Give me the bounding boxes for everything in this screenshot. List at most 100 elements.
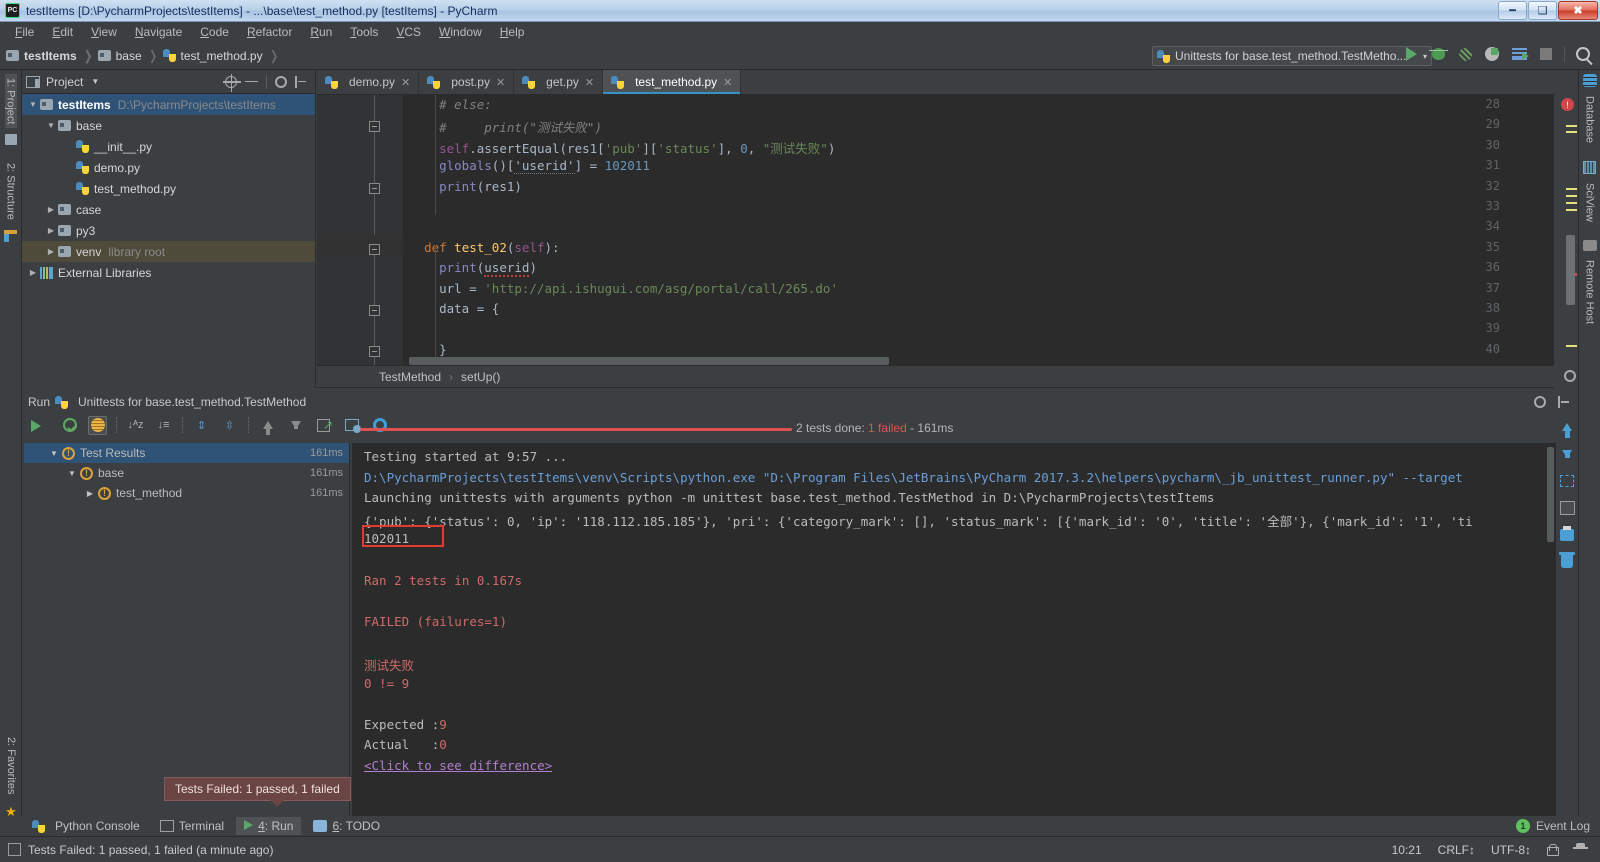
attach-icon[interactable] xyxy=(1510,45,1529,63)
editor-tab-demo[interactable]: demo.py ✕ xyxy=(317,70,420,94)
sidebar-item-database[interactable]: Database xyxy=(1584,92,1596,147)
fold-marker[interactable] xyxy=(369,243,380,255)
breadcrumb-project[interactable]: testItems ❭ xyxy=(6,48,98,64)
print-icon[interactable] xyxy=(1556,521,1578,548)
run-configuration-selector[interactable]: Unittests for base.test_method.TestMetho… xyxy=(1152,46,1432,66)
menu-item-run[interactable]: Run xyxy=(301,23,341,41)
settings-icon[interactable] xyxy=(370,416,389,435)
warning-marker[interactable] xyxy=(1566,125,1577,127)
chevron-down-icon[interactable]: ▼ xyxy=(91,77,99,86)
bottom-tab-6-todo[interactable]: 6: TODO xyxy=(305,817,388,835)
profile-icon[interactable] xyxy=(1483,45,1501,63)
warning-marker[interactable] xyxy=(1566,195,1577,197)
fold-marker[interactable] xyxy=(369,305,380,316)
console-line[interactable]: <Click to see difference> xyxy=(364,758,552,773)
warning-marker[interactable] xyxy=(1566,188,1577,190)
editor-horizontal-scrollbar[interactable] xyxy=(409,357,1548,365)
menu-item-help[interactable]: Help xyxy=(491,23,534,41)
bottom-tab-4-run[interactable]: 4: Run xyxy=(236,817,302,835)
project-tree-item[interactable]: ▼ base xyxy=(22,115,315,136)
scrollbar-thumb[interactable] xyxy=(409,357,889,365)
settings-icon[interactable] xyxy=(1534,396,1546,408)
bottom-tab-python-console[interactable]: Python Console xyxy=(24,817,148,835)
debug-icon[interactable] xyxy=(1428,45,1448,63)
chevron-right-icon[interactable]: ▶ xyxy=(44,247,58,256)
stop-icon[interactable] xyxy=(1537,45,1555,63)
expand-all-icon[interactable]: ⇕ xyxy=(192,416,211,435)
sort-by-duration-icon[interactable]: ↓≡ xyxy=(154,416,173,435)
sort-alphabetically-icon[interactable]: ↓ᴬz xyxy=(126,416,145,435)
menu-item-code[interactable]: Code xyxy=(191,23,238,41)
project-tree-item[interactable]: ▸ test_method.py xyxy=(22,178,315,199)
status-encoding[interactable]: UTF-8↕ xyxy=(1491,843,1531,857)
close-icon[interactable]: ✕ xyxy=(496,76,505,89)
fold-marker[interactable] xyxy=(369,182,380,194)
editor-tab-get[interactable]: get.py ✕ xyxy=(514,70,604,94)
editor-tab-test_method[interactable]: test_method.py ✕ xyxy=(603,70,742,94)
project-tree-item[interactable]: ▸ __init__.py xyxy=(22,136,315,157)
show-passed-icon[interactable] xyxy=(60,416,79,435)
menu-item-file[interactable]: File xyxy=(6,23,43,41)
error-badge[interactable]: ! xyxy=(1561,98,1574,111)
project-tree-item[interactable]: ▼ testItems D:\PycharmProjects\testItems xyxy=(22,94,315,115)
breadcrumb-file[interactable]: test_method.py ❭ xyxy=(162,48,284,64)
code-text-area[interactable]: # else: # print("测试失败") self.assertEqual… xyxy=(403,95,1554,365)
history-icon[interactable] xyxy=(342,416,361,435)
scroll-to-end-icon[interactable] xyxy=(1556,494,1578,521)
chevron-right-icon[interactable]: ▶ xyxy=(44,205,58,214)
sidebar-item-project[interactable]: 1: Project xyxy=(4,74,17,129)
menu-item-refactor[interactable]: Refactor xyxy=(238,23,301,41)
chevron-right-icon[interactable]: ▶ xyxy=(44,226,58,235)
scroll-down-icon[interactable] xyxy=(1556,440,1578,467)
run-icon[interactable] xyxy=(1402,45,1420,63)
editor-vertical-scrollbar-thumb[interactable] xyxy=(1566,235,1575,305)
close-icon[interactable]: ✕ xyxy=(401,76,410,89)
settings-icon[interactable] xyxy=(275,75,287,88)
editor-tab-post[interactable]: post.py ✕ xyxy=(419,70,515,94)
prev-failed-icon[interactable] xyxy=(258,416,277,435)
fold-marker[interactable] xyxy=(369,345,380,357)
chevron-down-icon[interactable]: ▼ xyxy=(26,100,40,109)
breadcrumb-class[interactable]: TestMethod xyxy=(379,370,441,384)
breadcrumb-method[interactable]: setUp() xyxy=(461,370,500,384)
lock-icon[interactable] xyxy=(1547,843,1559,856)
chevron-right-icon[interactable]: ▶ xyxy=(82,489,98,498)
project-tree-item[interactable]: ▶ py3 xyxy=(22,220,315,241)
chevron-down-icon[interactable]: ▼ xyxy=(44,121,58,130)
collapse-all-icon[interactable] xyxy=(245,76,258,88)
test-tree-item[interactable]: ▶! test_method 161ms xyxy=(24,483,349,503)
sidebar-item-structure[interactable]: 2: Structure xyxy=(5,159,17,224)
menu-item-window[interactable]: Window xyxy=(430,23,491,41)
breadcrumb-base[interactable]: base ❭ xyxy=(97,48,163,64)
fold-marker[interactable] xyxy=(369,121,380,133)
sidebar-item-remote-host[interactable]: Remote Host xyxy=(1584,256,1596,328)
menu-item-vcs[interactable]: VCS xyxy=(387,23,430,41)
scroll-up-icon[interactable] xyxy=(1556,413,1578,440)
project-tree-item[interactable]: ▶ External Libraries xyxy=(22,262,315,283)
collapse-all-icon[interactable]: ⇳ xyxy=(220,416,239,435)
bottom-tab-terminal[interactable]: Terminal xyxy=(152,817,232,835)
menu-item-navigate[interactable]: Navigate xyxy=(126,23,191,41)
editor-marker-strip[interactable]: ! xyxy=(1554,70,1578,388)
coverage-icon[interactable] xyxy=(1456,45,1474,63)
test-tree-item[interactable]: ▼! base 161ms xyxy=(24,463,349,483)
menu-item-tools[interactable]: Tools xyxy=(341,23,387,41)
inspections-gear-icon[interactable] xyxy=(1564,370,1576,382)
sidebar-item-sciview[interactable]: SciView xyxy=(1584,179,1596,226)
menu-item-view[interactable]: View xyxy=(82,23,126,41)
test-output-console[interactable]: Testing started at 9:57 ... D:\PycharmPro… xyxy=(352,443,1556,816)
event-log-area[interactable]: 1 Event Log xyxy=(1515,819,1600,833)
close-button[interactable]: ✖ xyxy=(1558,1,1598,20)
project-tree-item[interactable]: ▶ venv library root xyxy=(22,241,315,262)
clear-all-icon[interactable] xyxy=(1556,548,1578,575)
test-tree-item[interactable]: ▼! Test Results 161ms xyxy=(24,443,349,463)
show-ignored-icon[interactable] xyxy=(88,415,107,435)
hide-icon[interactable] xyxy=(1558,396,1570,408)
close-icon[interactable]: ✕ xyxy=(723,76,732,89)
chevron-right-icon[interactable]: ▶ xyxy=(26,268,40,277)
sidebar-item-favorites[interactable]: 2: Favorites xyxy=(5,733,17,798)
warning-marker[interactable] xyxy=(1566,345,1577,347)
warning-marker[interactable] xyxy=(1566,131,1577,133)
close-icon[interactable]: ✕ xyxy=(585,76,594,89)
next-failed-icon[interactable] xyxy=(286,416,305,435)
